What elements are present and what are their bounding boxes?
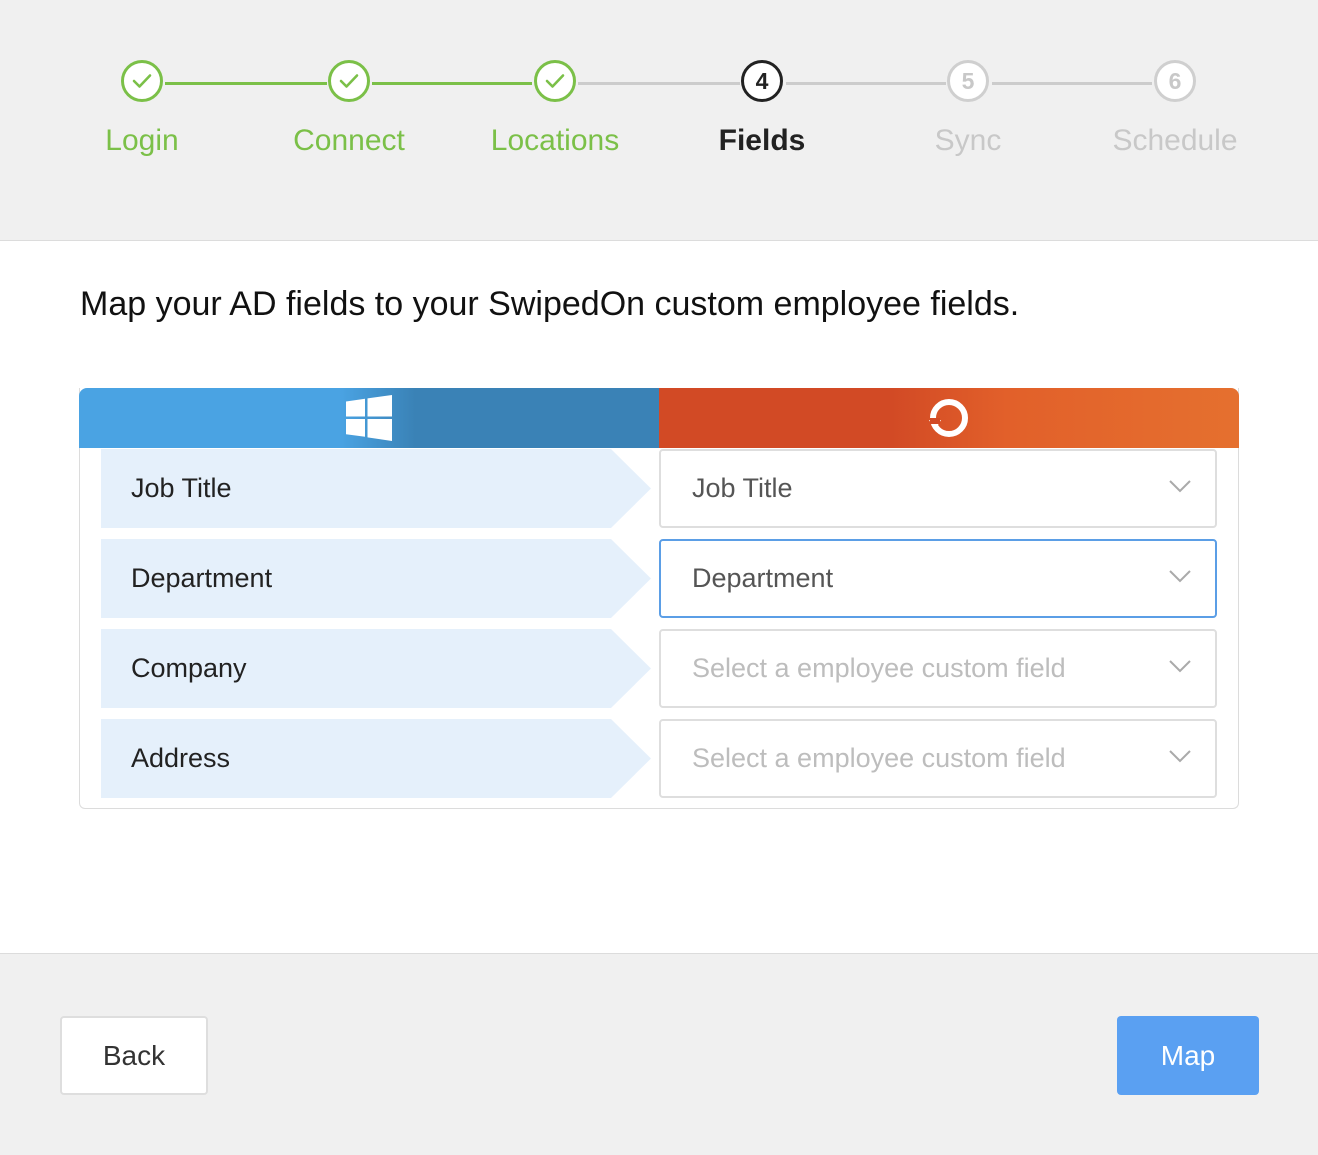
step-check-icon — [328, 60, 370, 102]
custom-field-select[interactable]: Job Title — [659, 449, 1217, 528]
page-title: Map your AD fields to your SwipedOn cust… — [80, 285, 1020, 323]
ad-field-label: Job Title — [101, 449, 651, 528]
footer-bar: Back Map — [0, 954, 1318, 1155]
step-fields: 4 Fields — [682, 60, 842, 158]
windows-logo-icon — [346, 395, 392, 441]
chevron-down-icon — [1169, 750, 1191, 763]
step-locations: Locations — [475, 60, 635, 158]
swipedon-header — [659, 388, 1239, 448]
ad-field-label: Company — [101, 629, 651, 708]
step-number: 6 — [1154, 60, 1196, 102]
swipedon-logo-icon — [929, 399, 968, 437]
mapping-row-department: Department Department — [101, 539, 1217, 618]
mapping-row-address: Address Select a employee custom field — [101, 719, 1217, 798]
step-schedule: 6 Schedule — [1095, 60, 1255, 158]
mapping-row-company: Company Select a employee custom field — [101, 629, 1217, 708]
chevron-down-icon — [1169, 570, 1191, 583]
step-number: 5 — [947, 60, 989, 102]
select-value: Job Title — [692, 473, 793, 503]
step-label: Schedule — [1112, 124, 1238, 157]
progress-stepper: Login Connect Locations 4 Fields 5 Sync … — [0, 0, 1318, 241]
step-label: Connect — [293, 124, 405, 157]
select-value: Select a employee custom field — [692, 653, 1066, 683]
step-connect: Connect — [269, 60, 429, 158]
step-sync: 5 Sync — [888, 60, 1048, 158]
mapping-row-job-title: Job Title Job Title — [101, 449, 1217, 528]
map-button[interactable]: Map — [1117, 1016, 1259, 1095]
chevron-down-icon — [1169, 480, 1191, 493]
step-check-icon — [121, 60, 163, 102]
ad-field-label: Address — [101, 719, 651, 798]
main-panel: Map your AD fields to your SwipedOn cust… — [0, 241, 1318, 954]
chevron-down-icon — [1169, 660, 1191, 673]
active-directory-header — [79, 388, 659, 448]
step-check-icon — [534, 60, 576, 102]
custom-field-select[interactable]: Select a employee custom field — [659, 629, 1217, 708]
mapping-header — [79, 388, 1239, 448]
custom-field-select[interactable]: Department — [659, 539, 1217, 618]
select-value: Select a employee custom field — [692, 743, 1066, 773]
step-label: Fields — [718, 124, 806, 157]
step-label: Locations — [490, 124, 620, 157]
select-value: Department — [692, 563, 834, 593]
ad-field-label: Department — [101, 539, 651, 618]
custom-field-select[interactable]: Select a employee custom field — [659, 719, 1217, 798]
step-number: 4 — [741, 60, 783, 102]
step-login: Login — [62, 60, 222, 158]
step-label: Sync — [934, 124, 1002, 157]
step-label: Login — [105, 124, 179, 157]
back-button[interactable]: Back — [60, 1016, 208, 1095]
